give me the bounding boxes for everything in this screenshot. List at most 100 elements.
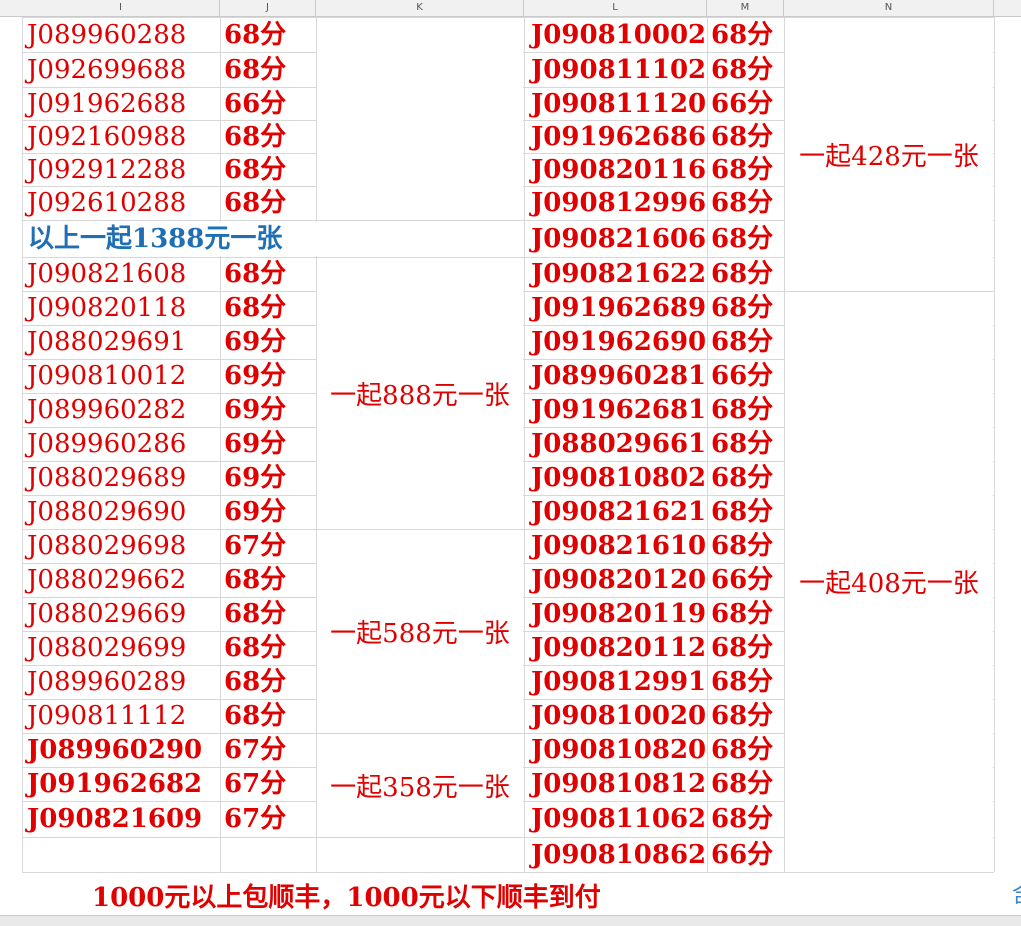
score-cell[interactable]: 68分 [224, 186, 286, 220]
score-cell[interactable]: 67分 [224, 802, 286, 836]
score-cell[interactable]: 68分 [711, 767, 773, 801]
score-cell[interactable]: 68分 [711, 222, 773, 256]
number-cell[interactable]: J090810812 [531, 767, 706, 801]
score-cell[interactable]: 68分 [711, 597, 773, 631]
number-cell[interactable]: J090821621 [531, 495, 706, 529]
score-cell[interactable]: 68分 [711, 325, 773, 359]
score-cell[interactable]: 68分 [224, 18, 286, 52]
number-cell[interactable]: J092160988 [27, 120, 186, 154]
score-cell[interactable]: 68分 [224, 699, 286, 733]
score-cell[interactable]: 69分 [224, 495, 286, 529]
score-cell[interactable]: 68分 [711, 495, 773, 529]
number-cell[interactable]: J089960281 [531, 359, 706, 393]
score-cell[interactable]: 68分 [224, 597, 286, 631]
number-cell[interactable]: J088029662 [27, 563, 186, 597]
price-label-588[interactable]: 一起588元一张 [317, 530, 523, 732]
column-header-M[interactable]: M [707, 0, 784, 16]
number-cell[interactable]: J091962689 [531, 291, 706, 325]
number-cell[interactable]: J091962681 [531, 393, 706, 427]
score-cell[interactable]: 69分 [224, 427, 286, 461]
number-cell[interactable]: J090810862 [531, 838, 706, 872]
number-cell[interactable]: J090811102 [531, 53, 706, 87]
number-cell[interactable]: J090821622 [531, 257, 706, 291]
number-cell[interactable]: J089960282 [27, 393, 186, 427]
score-cell[interactable]: 68分 [711, 665, 773, 699]
sheet-tab-bar[interactable] [0, 915, 1021, 926]
number-cell[interactable]: J090821610 [531, 529, 706, 563]
score-cell[interactable]: 68分 [711, 153, 773, 187]
spreadsheet-grid[interactable]: J089960288 68分 J092699688 68分 J091962688 66分 J… [0, 17, 1021, 925]
k-blank-block[interactable] [317, 18, 523, 219]
number-cell[interactable]: J090810802 [531, 461, 706, 495]
number-cell[interactable]: J090811112 [27, 699, 186, 733]
number-cell[interactable]: J088029690 [27, 495, 186, 529]
score-cell[interactable]: 68分 [711, 802, 773, 836]
price-label-408[interactable]: 一起408元一张 [785, 292, 993, 871]
price-label-888[interactable]: 一起888元一张 [317, 258, 523, 528]
number-cell[interactable]: J090810012 [27, 359, 186, 393]
number-cell[interactable]: J090820119 [531, 597, 706, 631]
score-cell[interactable]: 67分 [224, 767, 286, 801]
score-cell[interactable]: 69分 [224, 461, 286, 495]
number-cell[interactable]: J090821608 [27, 257, 186, 291]
score-cell[interactable]: 66分 [711, 359, 773, 393]
score-cell[interactable]: 68分 [224, 563, 286, 597]
score-cell[interactable]: 68分 [224, 257, 286, 291]
number-cell[interactable]: J088029669 [27, 597, 186, 631]
score-cell[interactable]: 66分 [711, 87, 773, 121]
number-cell[interactable]: J089960290 [27, 733, 202, 767]
score-cell[interactable]: 67分 [224, 529, 286, 563]
score-cell[interactable]: 68分 [711, 461, 773, 495]
score-cell[interactable]: 69分 [224, 325, 286, 359]
number-cell[interactable]: J091962682 [27, 767, 202, 801]
number-cell[interactable]: J089960288 [27, 18, 186, 52]
number-cell[interactable]: J090820112 [531, 631, 706, 665]
column-header-I[interactable]: I [22, 0, 220, 16]
number-cell[interactable]: J090812996 [531, 186, 706, 220]
score-cell[interactable]: 68分 [224, 120, 286, 154]
blank-i[interactable] [23, 838, 219, 871]
number-cell[interactable]: J088029691 [27, 325, 186, 359]
score-cell[interactable]: 69分 [224, 393, 286, 427]
number-cell[interactable]: J090820118 [27, 291, 186, 325]
number-cell[interactable]: J092610288 [27, 186, 186, 220]
score-cell[interactable]: 68分 [224, 53, 286, 87]
score-cell[interactable]: 68分 [711, 699, 773, 733]
score-cell[interactable]: 68分 [711, 529, 773, 563]
score-cell[interactable]: 68分 [711, 631, 773, 665]
number-cell[interactable]: J088029698 [27, 529, 186, 563]
score-cell[interactable]: 69分 [224, 359, 286, 393]
price-label-428[interactable]: 一起428元一张 [785, 18, 993, 290]
column-header-L[interactable]: L [524, 0, 707, 16]
number-cell[interactable]: J090811062 [531, 802, 706, 836]
number-cell[interactable]: J091962688 [27, 87, 186, 121]
price-label-358[interactable]: 一起358元一张 [317, 734, 523, 836]
number-cell[interactable]: J089960286 [27, 427, 186, 461]
number-cell[interactable]: J090820120 [531, 563, 706, 597]
number-cell[interactable]: J090821609 [27, 802, 202, 836]
number-cell[interactable]: J090820116 [531, 153, 706, 187]
score-cell[interactable]: 68分 [711, 18, 773, 52]
number-cell[interactable]: J090811120 [531, 87, 706, 121]
number-cell[interactable]: J091962686 [531, 120, 706, 154]
score-cell[interactable]: 68分 [224, 153, 286, 187]
number-cell[interactable]: J092699688 [27, 53, 186, 87]
score-cell[interactable]: 68分 [711, 257, 773, 291]
number-cell[interactable]: J088029689 [27, 461, 186, 495]
number-cell[interactable]: J090810002 [531, 18, 706, 52]
score-cell[interactable]: 66分 [224, 87, 286, 121]
number-cell[interactable]: J091962690 [531, 325, 706, 359]
score-cell[interactable]: 68分 [711, 393, 773, 427]
number-cell[interactable]: J090812991 [531, 665, 706, 699]
column-header-N[interactable]: N [784, 0, 994, 16]
score-cell[interactable]: 68分 [224, 631, 286, 665]
number-cell[interactable]: J089960289 [27, 665, 186, 699]
column-header-J[interactable]: J [220, 0, 316, 16]
score-cell[interactable]: 68分 [224, 291, 286, 325]
score-cell[interactable]: 68分 [711, 733, 773, 767]
number-cell[interactable]: J088029699 [27, 631, 186, 665]
score-cell[interactable]: 68分 [711, 120, 773, 154]
number-cell[interactable]: J092912288 [27, 153, 186, 187]
column-header-K[interactable]: K [316, 0, 524, 16]
score-cell[interactable]: 68分 [711, 186, 773, 220]
